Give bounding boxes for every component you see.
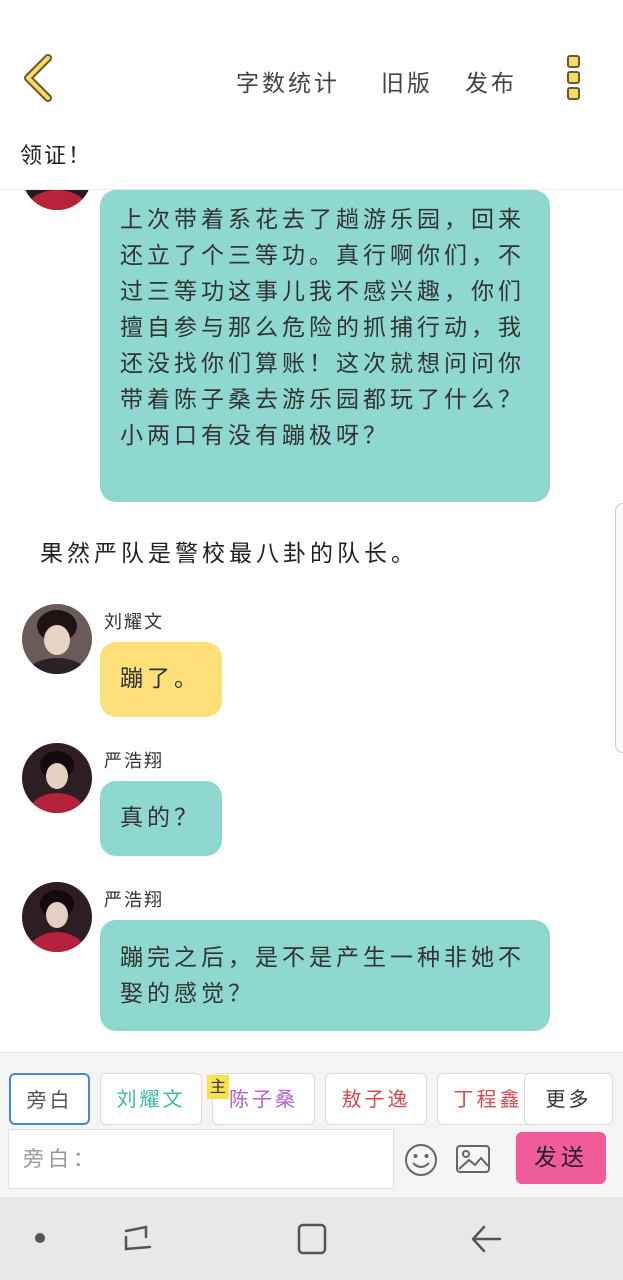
- narration-text: 果然严队是警校最八卦的队长。: [40, 541, 418, 567]
- back-button[interactable]: [18, 52, 62, 104]
- send-button[interactable]: 发送: [516, 1132, 606, 1184]
- avatar[interactable]: [22, 190, 92, 210]
- emoji-button[interactable]: [404, 1143, 438, 1177]
- image-icon: [456, 1145, 490, 1173]
- story-title: 领证！: [20, 144, 93, 169]
- recent-apps-icon: [124, 1225, 152, 1251]
- publish-button[interactable]: 发布: [465, 64, 517, 98]
- composer-panel: 旁白 刘耀文 陈子桑 主 敖子逸 丁程鑫 更多 发送: [0, 1052, 623, 1197]
- recent-apps-button[interactable]: [120, 1221, 156, 1257]
- message-input[interactable]: [9, 1130, 393, 1188]
- system-nav-bar: [0, 1197, 623, 1280]
- more-dot-icon: [566, 71, 580, 84]
- sender-name: 刘耀文: [104, 612, 164, 633]
- back-nav-button[interactable]: [468, 1221, 504, 1257]
- message-bubble: 蹦完之后，是不是产生一种非她不娶的感觉？: [100, 920, 550, 1031]
- old-version-button[interactable]: 旧版: [381, 64, 433, 98]
- word-count-button[interactable]: 字数统计: [236, 64, 340, 98]
- home-icon: [297, 1223, 327, 1255]
- side-drawer-handle[interactable]: [615, 503, 623, 753]
- role-ao-ziyi[interactable]: 敖子逸: [325, 1073, 427, 1125]
- image-button[interactable]: [455, 1143, 491, 1175]
- smiley-icon: [405, 1144, 437, 1176]
- avatar[interactable]: [22, 743, 92, 813]
- message-bubble: 蹦了。: [100, 642, 222, 717]
- app-header: 字数统计 旧版 发布 领证！: [0, 0, 623, 190]
- home-button[interactable]: [295, 1221, 331, 1257]
- more-menu-button[interactable]: [560, 52, 586, 104]
- chevron-left-icon: [24, 54, 52, 102]
- more-dot-icon: [566, 55, 580, 68]
- main-character-badge: 主: [207, 1075, 229, 1099]
- sender-name: 严浩翔: [104, 751, 164, 772]
- back-arrow-icon: [471, 1225, 502, 1253]
- role-narrator[interactable]: 旁白: [9, 1073, 90, 1125]
- message-bubble: 真的？: [100, 781, 222, 856]
- avatar[interactable]: [22, 882, 92, 952]
- sender-name: 严浩翔: [104, 890, 164, 911]
- more-dot-icon: [566, 87, 580, 100]
- more-roles-button[interactable]: 更多: [524, 1073, 613, 1125]
- message-bubble: 上次带着系花去了趟游乐园，回来还立了个三等功。真行啊你们，不过三等功这事儿我不感…: [100, 190, 550, 502]
- avatar[interactable]: [22, 604, 92, 674]
- message-input-box[interactable]: [8, 1129, 394, 1189]
- chat-area[interactable]: 上次带着系花去了趟游乐园，回来还立了个三等功。真行啊你们，不过三等功这事儿我不感…: [0, 190, 623, 1052]
- nav-dot-icon: [35, 1233, 45, 1243]
- role-liu-yaowen[interactable]: 刘耀文: [100, 1073, 202, 1125]
